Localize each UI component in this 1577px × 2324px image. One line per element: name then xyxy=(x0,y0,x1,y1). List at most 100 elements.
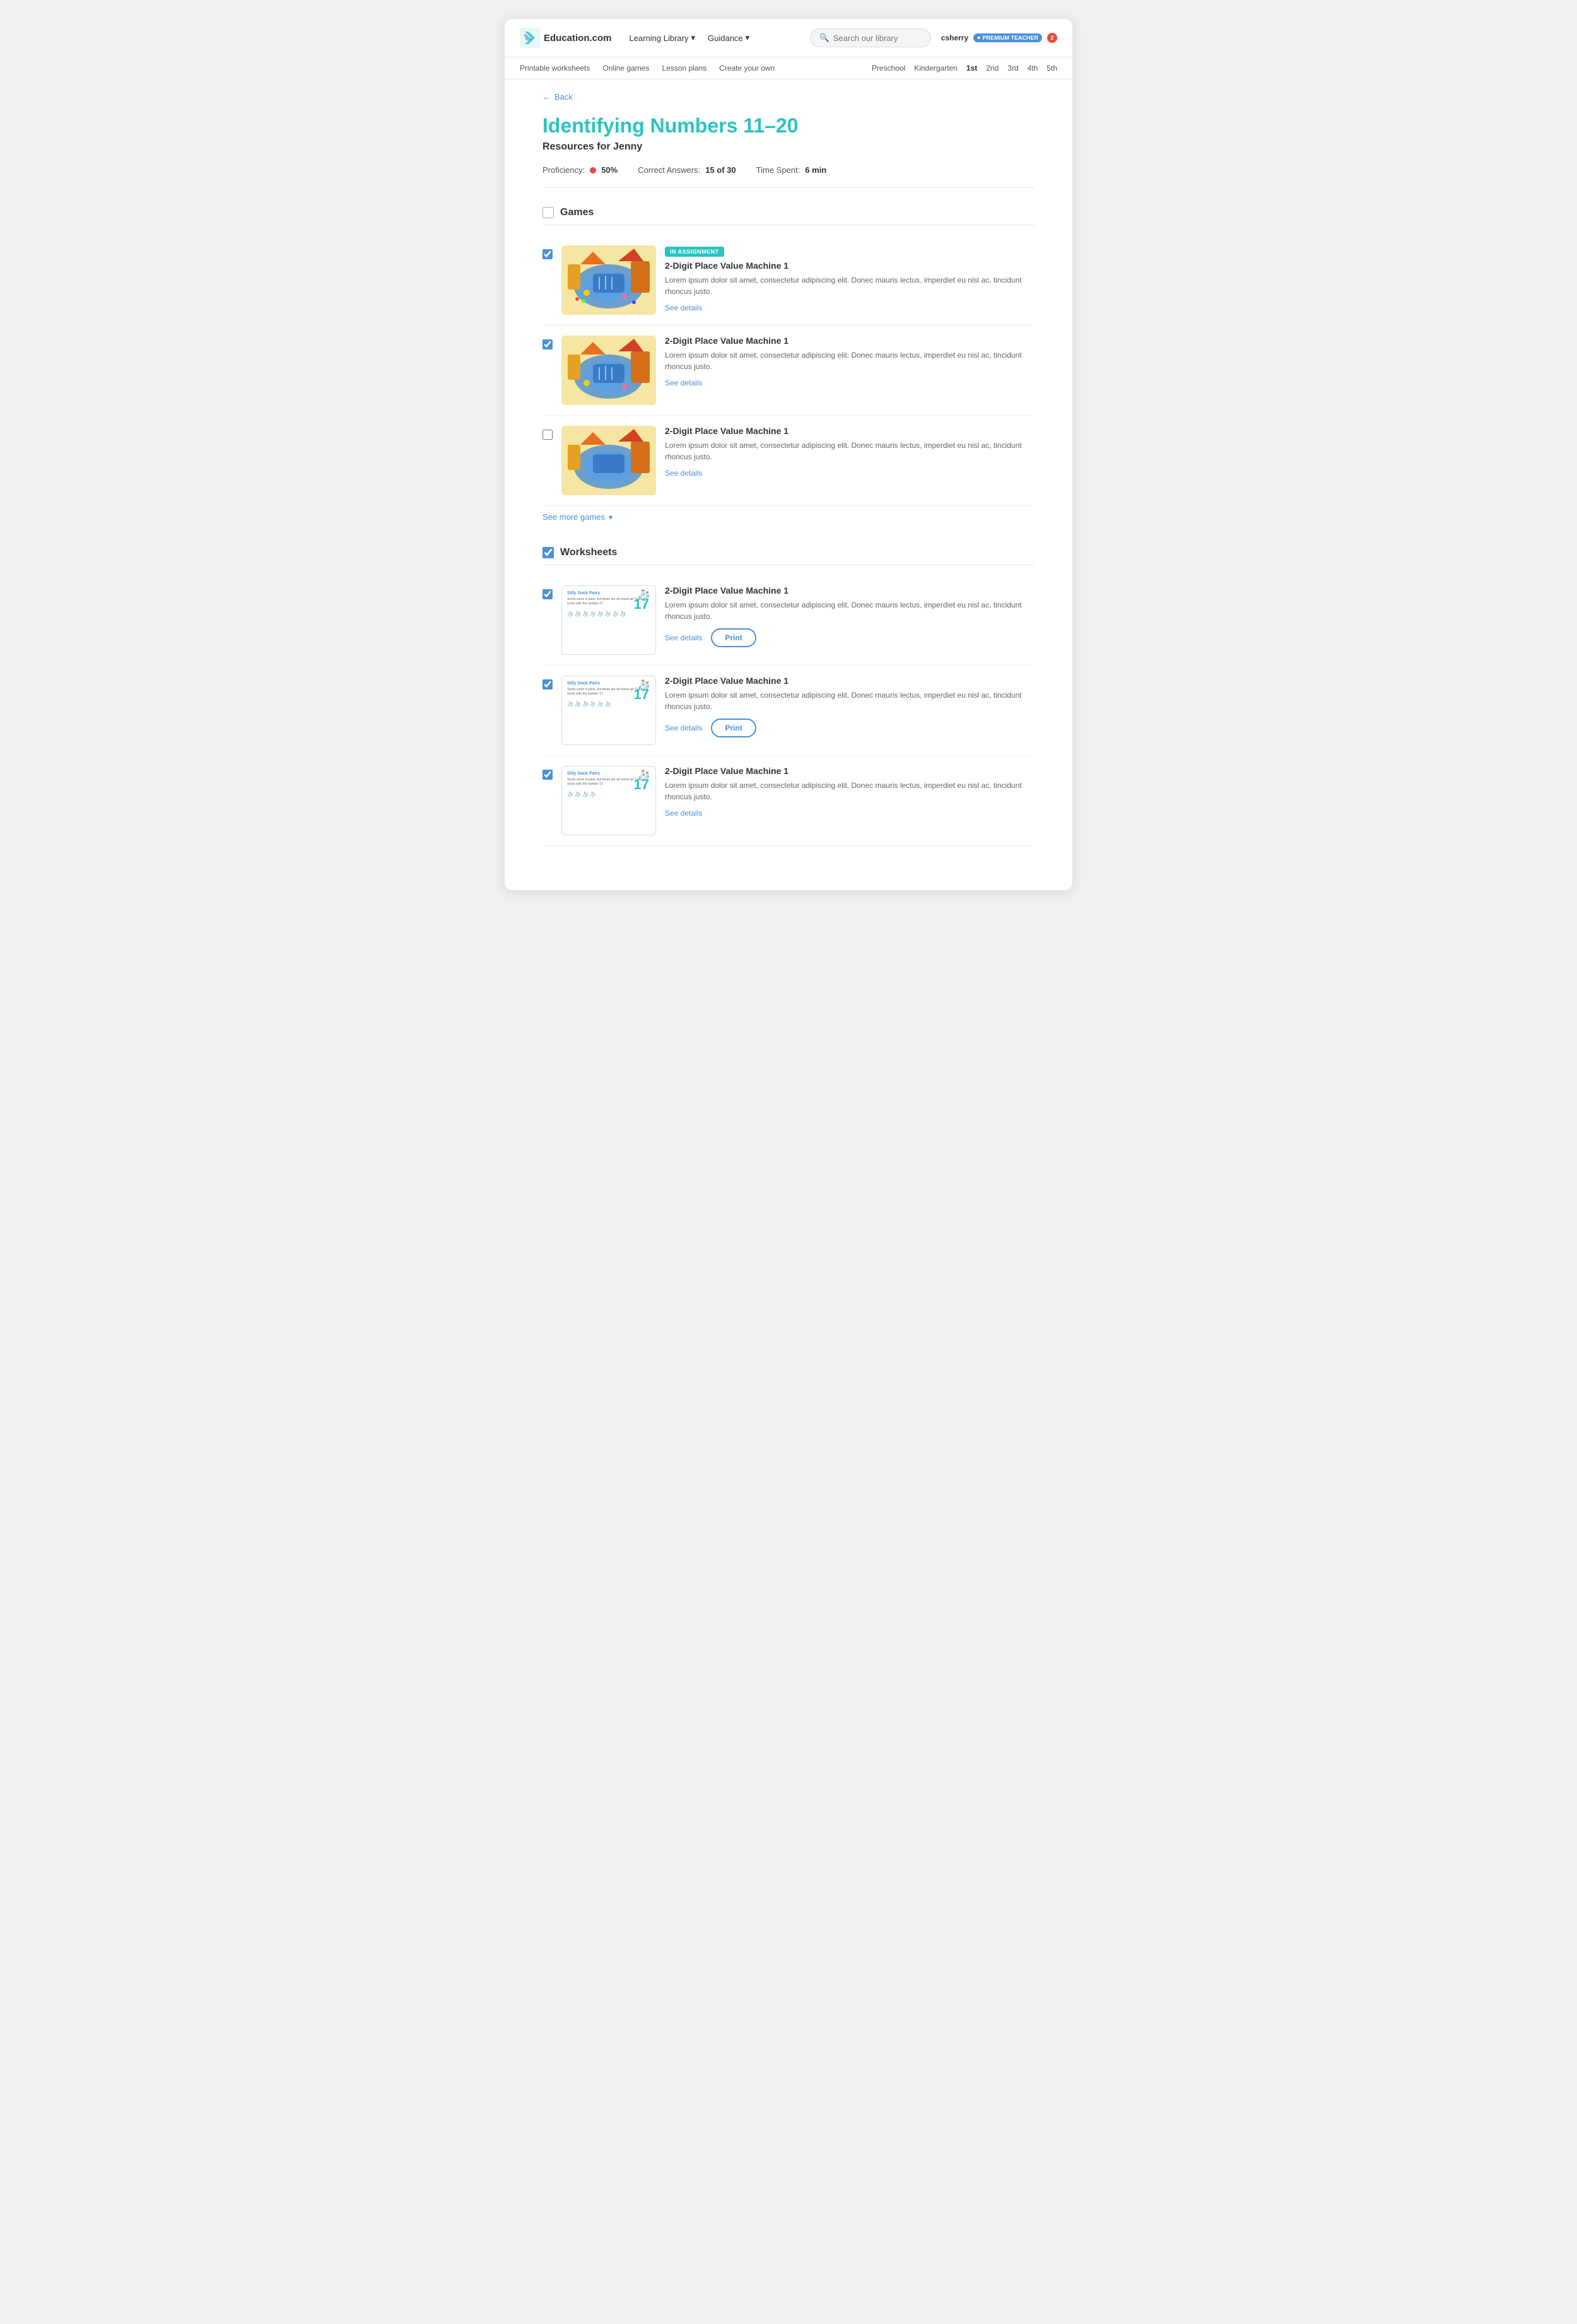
game-2-info: 2-Digit Place Value Machine 1 Lorem ipsu… xyxy=(665,336,1035,387)
game-1-thumbnail xyxy=(561,245,656,315)
game-3-title: 2-Digit Place Value Machine 1 xyxy=(665,426,1035,436)
page-title: Identifying Numbers 11–20 xyxy=(542,114,1035,138)
back-link[interactable]: ← Back xyxy=(542,92,1035,102)
game-3-actions: See details xyxy=(665,469,1035,478)
ws-1-socks-grid: 🧦 🧦 🧦 🧦 🧦 🧦 🧦 🧦 xyxy=(567,611,626,617)
sock-icon: 🧦 xyxy=(575,701,581,707)
stat-correct: Correct Answers: 15 of 30 xyxy=(638,165,736,175)
subnav-create-own[interactable]: Create your own xyxy=(719,64,775,73)
subnav-3rd[interactable]: 3rd xyxy=(1007,64,1018,73)
subnav-kindergarten[interactable]: Kindergarten xyxy=(914,64,958,73)
game-3-see-details[interactable]: See details xyxy=(665,469,702,478)
worksheets-section-title: Worksheets xyxy=(560,547,617,558)
sock-icon: 🧦 xyxy=(567,611,573,617)
ws-2-checkbox[interactable] xyxy=(542,679,553,690)
game-1-title: 2-Digit Place Value Machine 1 xyxy=(665,261,1035,271)
ws-2-print-button[interactable]: Print xyxy=(711,719,756,737)
search-bar[interactable]: 🔍 xyxy=(810,28,931,47)
nav-learning-library[interactable]: Learning Library ▾ xyxy=(630,33,695,43)
games-section-title: Games xyxy=(560,207,594,218)
ws-3-socks-grid: 🧦 🧦 🧦 🧦 xyxy=(567,792,596,797)
in-assignment-badge: IN ASSIGNMENT xyxy=(665,247,724,257)
games-section-checkbox[interactable] xyxy=(542,207,554,218)
ws-2-see-details[interactable]: See details xyxy=(665,724,702,732)
header: Education.com Learning Library ▾ Guidanc… xyxy=(505,19,1072,57)
ws-1-sock-icon: 🧦 xyxy=(638,589,650,601)
proficiency-dot xyxy=(590,167,596,173)
sock-icon: 🧦 xyxy=(605,611,611,617)
game-1-actions: See details xyxy=(665,303,1035,312)
search-input[interactable] xyxy=(833,33,922,43)
subnav-online-games[interactable]: Online games xyxy=(602,64,649,73)
game-3-info: 2-Digit Place Value Machine 1 Lorem ipsu… xyxy=(665,426,1035,478)
back-arrow-icon: ← xyxy=(542,92,551,102)
logo-icon xyxy=(520,28,540,48)
ws-2-info: 2-Digit Place Value Machine 1 Lorem ipsu… xyxy=(665,676,1035,737)
ws-2-thumb-inner: Silly Sock Pairs Socks come in pairs, bu… xyxy=(562,676,655,744)
sock-icon: 🧦 xyxy=(620,611,626,617)
ws-3-see-details[interactable]: See details xyxy=(665,809,702,818)
ws-2-socks-grid: 🧦 🧦 🧦 🧦 🧦 🧦 xyxy=(567,701,611,707)
search-icon: 🔍 xyxy=(819,33,830,43)
ws-3-checkbox[interactable] xyxy=(542,770,553,780)
game-2-actions: See details xyxy=(665,379,1035,387)
subnav-4th[interactable]: 4th xyxy=(1028,64,1038,73)
chevron-icon: ▾ xyxy=(691,33,695,43)
worksheets-section-header: Worksheets xyxy=(542,547,1035,565)
ws-3-sock-icon: 🧦 xyxy=(638,769,650,782)
ws-3-title-text: Silly Sock Pairs xyxy=(567,772,600,776)
subnav-preschool[interactable]: Preschool xyxy=(872,64,905,73)
logo[interactable]: Education.com xyxy=(520,28,612,48)
see-more-chevron-icon xyxy=(609,512,613,522)
subnav-lesson-plans[interactable]: Lesson plans xyxy=(662,64,706,73)
ws-1-print-button[interactable]: Print xyxy=(711,628,756,647)
sock-icon: 🧦 xyxy=(567,792,573,797)
stats-row: Proficiency: 50% Correct Answers: 15 of … xyxy=(542,165,1035,188)
ws-1-thumbnail: Silly Sock Pairs Socks come in pairs, bu… xyxy=(561,585,656,655)
ws-1-checkbox[interactable] xyxy=(542,589,553,599)
game-2-see-details[interactable]: See details xyxy=(665,379,702,387)
game-item-1: IN ASSIGNMENT 2-Digit Place Value Machin… xyxy=(542,235,1035,326)
ws-1-thumb-inner: Silly Sock Pairs Socks come in pairs, bu… xyxy=(562,586,655,654)
sock-icon: 🧦 xyxy=(582,611,589,617)
ws-2-title-text: Silly Sock Pairs xyxy=(567,681,600,686)
sock-icon: 🧦 xyxy=(605,701,611,707)
subnav-1st[interactable]: 1st xyxy=(966,64,977,73)
ws-1-see-details[interactable]: See details xyxy=(665,633,702,642)
see-more-games[interactable]: See more games xyxy=(542,506,1035,528)
ws-3-thumb-inner: Silly Sock Pairs Socks come in pairs, bu… xyxy=(562,766,655,835)
user-area: csherry ♥ PREMIUM TEACHER 2 xyxy=(941,33,1057,43)
game-item-2: 2-Digit Place Value Machine 1 Lorem ipsu… xyxy=(542,326,1035,416)
worksheets-section-checkbox[interactable] xyxy=(542,547,554,558)
ws-3-actions: See details xyxy=(665,809,1035,818)
ws-1-desc: Lorem ipsum dolor sit amet, consectetur … xyxy=(665,599,1035,622)
ws-3-desc: Lorem ipsum dolor sit amet, consectetur … xyxy=(665,780,1035,802)
game-3-checkbox[interactable] xyxy=(542,430,553,440)
sock-icon: 🧦 xyxy=(567,701,573,707)
section-worksheets: Worksheets Silly Sock Pairs Socks come i… xyxy=(542,547,1035,846)
subnav-printable[interactable]: Printable worksheets xyxy=(520,64,590,73)
ws-2-actions: See details Print xyxy=(665,719,1035,737)
sock-icon: 🧦 xyxy=(597,701,604,707)
sock-icon: 🧦 xyxy=(575,792,581,797)
worksheet-item-2: Silly Sock Pairs Socks come in pairs, bu… xyxy=(542,666,1035,756)
subnav-5th[interactable]: 5th xyxy=(1046,64,1057,73)
nav-guidance[interactable]: Guidance ▾ xyxy=(708,33,749,43)
stat-proficiency: Proficiency: 50% xyxy=(542,165,618,175)
chevron-icon: ▾ xyxy=(746,33,750,43)
subnav-2nd[interactable]: 2nd xyxy=(986,64,999,73)
ws-1-title: 2-Digit Place Value Machine 1 xyxy=(665,585,1035,596)
notification-badge[interactable]: 2 xyxy=(1047,33,1057,43)
stat-time: Time Spent: 6 min xyxy=(756,165,827,175)
game-1-see-details[interactable]: See details xyxy=(665,303,702,312)
sock-icon: 🧦 xyxy=(597,611,604,617)
game-1-checkbox[interactable] xyxy=(542,249,553,259)
game-2-checkbox[interactable] xyxy=(542,339,553,349)
ws-1-actions: See details Print xyxy=(665,628,1035,647)
sock-icon: 🧦 xyxy=(590,611,596,617)
game-2-thumbnail xyxy=(561,336,656,405)
game-2-title: 2-Digit Place Value Machine 1 xyxy=(665,336,1035,346)
sock-icon: 🧦 xyxy=(582,792,589,797)
ws-1-info: 2-Digit Place Value Machine 1 Lorem ipsu… xyxy=(665,585,1035,647)
sub-nav: Printable worksheets Online games Lesson… xyxy=(505,57,1072,79)
